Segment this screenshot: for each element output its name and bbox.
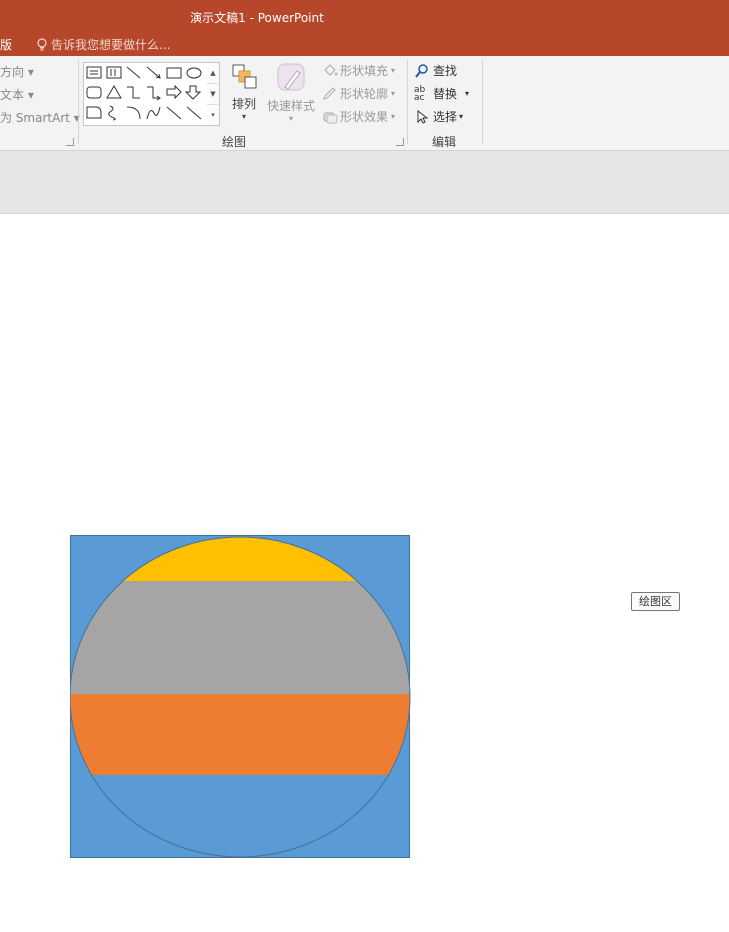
band-gray (70, 581, 410, 694)
replace-label: 替换 (433, 87, 458, 101)
quick-styles-dropdown-icon: ▾ (288, 114, 293, 123)
editing-group-label: 编辑 (432, 135, 457, 149)
group-separator (407, 60, 408, 144)
drawing-group-label: 绘图 (222, 135, 247, 149)
ribbon-tab-row: 版 告诉我您想要做什么... (0, 32, 729, 56)
arrange-icon (232, 64, 257, 89)
align-text-label: 文本 (0, 88, 25, 102)
gallery-down-icon[interactable]: ▼ (207, 84, 219, 105)
shapes-gallery-icon (86, 66, 202, 121)
tab-partial[interactable]: 版 (0, 36, 12, 53)
tell-me-text: 告诉我您想要做什么... (51, 38, 171, 52)
shape-effects-button[interactable]: 形状效果 ▾ (322, 108, 395, 125)
arrange-dropdown-icon: ▾ (241, 112, 246, 121)
title-bar: 演示文稿1 - PowerPoint (0, 0, 729, 32)
search-icon (415, 63, 428, 78)
ribbon-collapse-area (0, 151, 729, 214)
group-separator (482, 60, 483, 144)
select-dropdown-icon: ▾ (459, 112, 464, 121)
shape-outline-dropdown-icon: ▾ (391, 89, 396, 98)
align-text-button[interactable]: 文本 ▾ (0, 86, 34, 103)
ribbon: 方向 ▾ 文本 ▾ 为 SmartArt ▾ ▲ ▼ ▾ 排列 ▾ 快速样式 ▾… (0, 56, 729, 151)
band-orange (70, 694, 410, 775)
pencil-icon (323, 86, 336, 100)
find-label: 查找 (433, 64, 458, 78)
quick-styles-icon (277, 63, 305, 91)
chart-tooltip: 绘图区 (631, 592, 680, 611)
arrange-button[interactable]: 排列 ▾ (226, 62, 262, 121)
replace-button[interactable]: ab ac 替换 ▾ (414, 85, 469, 102)
shape-outline-label: 形状轮廓 (340, 87, 389, 101)
shape-fill-button[interactable]: 形状填充 ▾ (322, 62, 395, 79)
arrange-label: 排列 (231, 97, 256, 111)
replace-icon: ab ac (414, 84, 426, 103)
drawing-launcher-icon[interactable] (396, 138, 404, 146)
shapes-gallery[interactable] (83, 62, 209, 126)
lightbulb-icon (37, 37, 47, 51)
select-button[interactable]: 选择 ▾ (416, 108, 463, 125)
window-title: 演示文稿1 - PowerPoint (190, 11, 324, 25)
group-separator (78, 60, 79, 144)
shape-effects-dropdown-icon: ▾ (391, 112, 396, 121)
shape-effects-label: 形状效果 (340, 110, 389, 124)
convert-smartart-button[interactable]: 为 SmartArt ▾ (0, 109, 80, 126)
quick-styles-label: 快速样式 (266, 99, 315, 113)
select-label: 选择 (433, 110, 458, 124)
gallery-up-icon[interactable]: ▲ (207, 63, 219, 84)
tell-me-box[interactable]: 告诉我您想要做什么... (36, 36, 170, 53)
text-direction-label: 方向 (0, 65, 25, 79)
paragraph-launcher-icon[interactable] (66, 138, 74, 146)
quick-styles-button[interactable]: 快速样式 ▾ (264, 62, 318, 123)
replace-dropdown-icon: ▾ (465, 89, 470, 98)
chart-plot-area[interactable] (70, 535, 411, 859)
shape-outline-button[interactable]: 形状轮廓 ▾ (322, 85, 395, 102)
paint-bucket-icon (324, 63, 338, 76)
find-button[interactable]: 查找 (415, 62, 457, 79)
gallery-more-icon[interactable]: ▾ (207, 105, 219, 125)
shape-fill-dropdown-icon: ▾ (391, 66, 396, 75)
shape-fill-label: 形状填充 (340, 64, 389, 78)
text-direction-button[interactable]: 方向 ▾ (0, 63, 34, 80)
shape-effects-icon (323, 112, 338, 123)
cursor-arrow-icon (417, 109, 428, 124)
gallery-scrollbar[interactable]: ▲ ▼ ▾ (207, 62, 220, 126)
convert-smartart-label: 为 SmartArt (0, 111, 70, 125)
